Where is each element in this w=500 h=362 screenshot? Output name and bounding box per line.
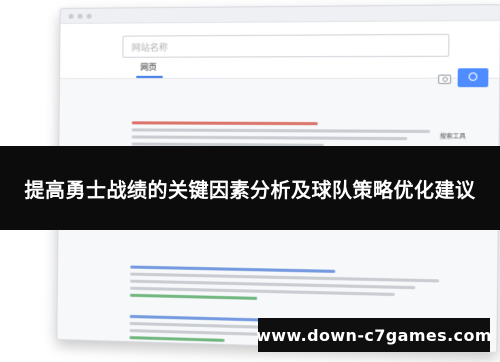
headline-banner: 提高勇士战绩的关键因素分析及球队策略优化建议 (0, 146, 500, 230)
result-url[interactable] (130, 294, 257, 300)
window-dot[interactable] (87, 13, 92, 18)
tab-active-indicator (136, 76, 162, 78)
result-title[interactable] (130, 266, 335, 273)
camera-icon[interactable] (438, 75, 451, 84)
result-snippet (132, 135, 407, 140)
watermark-text: www.down-c7games.com (256, 326, 492, 345)
window-dot[interactable] (78, 13, 83, 18)
watermark-box: www.down-c7games.com (258, 318, 490, 352)
headline-text: 提高勇士战绩的关键因素分析及球队策略优化建议 (25, 174, 476, 203)
search-input[interactable]: 网站名称 (122, 34, 449, 58)
search-button[interactable] (458, 68, 489, 87)
result-snippet (132, 128, 431, 133)
result-title[interactable] (132, 121, 318, 125)
tab-web[interactable]: 网页 (140, 62, 156, 73)
search-query-text: 网站名称 (131, 40, 168, 53)
search-header: 网站名称 网页 (60, 21, 500, 79)
window-dot[interactable] (69, 13, 74, 18)
result-url[interactable] (129, 336, 224, 342)
